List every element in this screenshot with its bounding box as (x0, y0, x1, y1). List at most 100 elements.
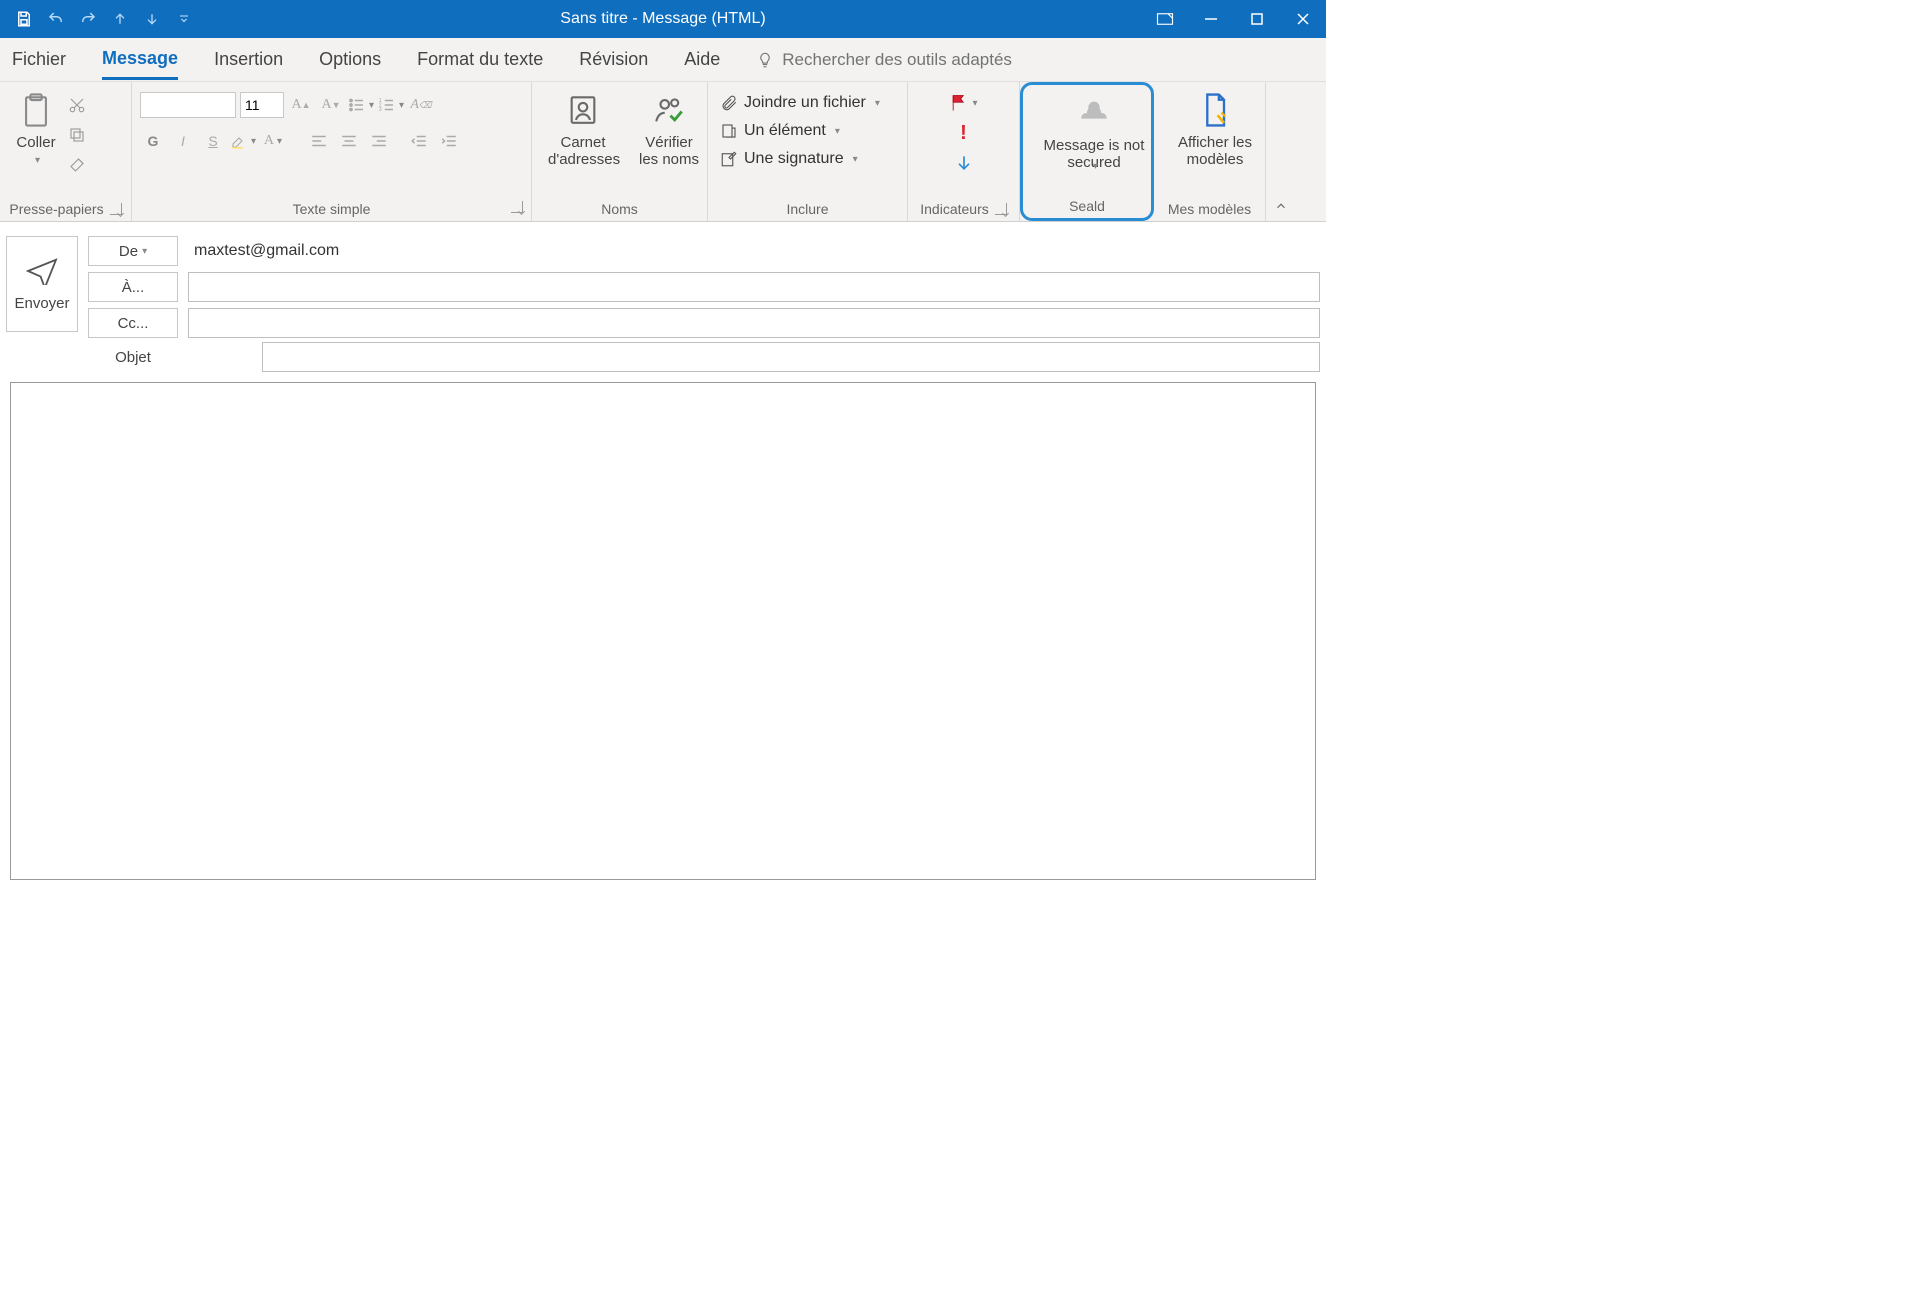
bold-icon[interactable]: G (140, 128, 166, 154)
group-my-templates-label: Mes modèles (1168, 201, 1251, 217)
paste-button[interactable]: Coller ▾ (8, 86, 64, 170)
follow-up-flag-icon[interactable]: ▾ (944, 90, 984, 116)
attach-item-button[interactable]: Un élément▾ (716, 120, 844, 142)
seald-secure-button[interactable]: Message is not secured ▾ (1031, 89, 1157, 176)
redo-icon[interactable] (74, 5, 102, 33)
signature-icon (720, 150, 738, 168)
next-item-icon[interactable] (138, 5, 166, 33)
increase-indent-icon[interactable] (436, 128, 462, 154)
align-right-icon[interactable] (366, 128, 392, 154)
group-names: Carnet d'adresses Vérifier les noms Noms (532, 82, 708, 221)
tab-help[interactable]: Aide (684, 41, 720, 78)
paperclip-icon (720, 94, 738, 112)
qat-customize-icon[interactable] (170, 5, 198, 33)
italic-icon[interactable]: I (170, 128, 196, 154)
group-basic-text-label: Texte simple (140, 197, 523, 221)
tab-review[interactable]: Révision (579, 41, 648, 78)
window-title: Sans titre - Message (HTML) (0, 10, 1326, 28)
group-include: Joindre un fichier▾ Un élément▾ Une sign… (708, 82, 908, 221)
item-icon (720, 122, 738, 140)
clear-formatting-icon[interactable]: A⌫ (408, 92, 434, 118)
save-icon[interactable] (10, 5, 38, 33)
tell-me-search[interactable]: Rechercher des outils adaptés (756, 50, 1012, 70)
group-tags: ▾ ! Indicateurs (908, 82, 1020, 221)
paste-label: Coller (16, 134, 55, 151)
underline-icon[interactable]: S (200, 128, 226, 154)
decrease-indent-icon[interactable] (406, 128, 432, 154)
paste-icon (16, 90, 56, 130)
ribbon-display-options-icon[interactable] (1142, 0, 1188, 38)
to-button[interactable]: À... (88, 272, 178, 302)
tab-format[interactable]: Format du texte (417, 41, 543, 78)
group-include-label: Inclure (786, 201, 828, 217)
align-left-icon[interactable] (306, 128, 332, 154)
group-names-label: Noms (601, 201, 638, 217)
view-templates-button[interactable]: Afficher les modèles (1162, 86, 1268, 172)
low-importance-icon[interactable] (944, 150, 984, 176)
compose-area: Envoyer De▾ À... Cc... maxtest@gmail.com… (0, 222, 1326, 894)
titlebar: Sans titre - Message (HTML) (0, 0, 1326, 38)
cut-icon[interactable] (64, 92, 90, 118)
signature-label: Une signature (744, 150, 844, 168)
align-center-icon[interactable] (336, 128, 362, 154)
attach-file-label: Joindre un fichier (744, 94, 866, 112)
maximize-icon[interactable] (1234, 0, 1280, 38)
attach-file-button[interactable]: Joindre un fichier▾ (716, 92, 884, 114)
tab-insert[interactable]: Insertion (214, 41, 283, 78)
subject-field[interactable] (262, 342, 1320, 372)
subject-label: Objet (88, 349, 178, 366)
group-basic-text: A▲ A▼ ▾ 123▾ A⌫ G I S ▾ A▾ T (132, 82, 532, 221)
group-seald: Message is not secured ▾ Seald (1020, 82, 1154, 221)
copy-icon[interactable] (64, 122, 90, 148)
templates-icon (1195, 90, 1235, 130)
shrink-font-icon[interactable]: A▼ (318, 92, 344, 118)
signature-button[interactable]: Une signature▾ (716, 148, 862, 170)
font-family-select[interactable] (140, 92, 236, 118)
format-painter-icon[interactable] (64, 152, 90, 178)
high-importance-icon[interactable]: ! (944, 120, 984, 146)
chevron-down-icon: ▾ (1093, 161, 1098, 172)
to-field[interactable] (188, 272, 1320, 302)
check-names-label: Vérifier les noms (634, 134, 704, 168)
cc-field[interactable] (188, 308, 1320, 338)
check-names-button[interactable]: Vérifier les noms (626, 86, 712, 172)
font-color-icon[interactable]: A▾ (260, 128, 286, 154)
from-value: maxtest@gmail.com (188, 236, 1320, 266)
tab-options[interactable]: Options (319, 41, 381, 78)
group-tags-label: Indicateurs (916, 197, 1011, 221)
address-book-label: Carnet d'adresses (548, 134, 618, 168)
dialog-launcher-icon[interactable] (511, 201, 523, 213)
message-body[interactable] (10, 382, 1316, 880)
collapse-ribbon-icon[interactable] (1266, 82, 1296, 221)
tab-file[interactable]: Fichier (12, 41, 66, 78)
view-templates-label: Afficher les modèles (1170, 134, 1260, 168)
group-clipboard-label: Presse-papiers (8, 197, 123, 221)
close-icon[interactable] (1280, 0, 1326, 38)
numbering-icon[interactable]: 123▾ (378, 92, 404, 118)
send-label: Envoyer (14, 295, 69, 312)
cc-button[interactable]: Cc... (88, 308, 178, 338)
dialog-launcher-icon[interactable] (110, 203, 122, 215)
bullets-icon[interactable]: ▾ (348, 92, 374, 118)
grow-font-icon[interactable]: A▲ (288, 92, 314, 118)
svg-text:3: 3 (379, 107, 382, 113)
highlight-icon[interactable]: ▾ (230, 128, 256, 154)
tab-message[interactable]: Message (102, 40, 178, 80)
minimize-icon[interactable] (1188, 0, 1234, 38)
check-names-icon (649, 90, 689, 130)
chevron-down-icon: ▾ (35, 155, 40, 166)
send-button[interactable]: Envoyer (6, 236, 78, 332)
send-icon (25, 257, 59, 285)
undo-icon[interactable] (42, 5, 70, 33)
quick-access-toolbar (0, 5, 198, 33)
attach-item-label: Un élément (744, 122, 826, 140)
window-controls (1142, 0, 1326, 38)
address-book-button[interactable]: Carnet d'adresses (540, 86, 626, 172)
dialog-launcher-icon[interactable] (995, 203, 1007, 215)
group-my-templates: Afficher les modèles Mes modèles (1154, 82, 1266, 221)
ribbon: Coller ▾ Presse-papiers A▲ A▼ ▾ 123▾ (0, 82, 1326, 222)
ribbon-tabs: Fichier Message Insertion Options Format… (0, 38, 1326, 82)
from-button[interactable]: De▾ (88, 236, 178, 266)
previous-item-icon[interactable] (106, 5, 134, 33)
font-size-select[interactable] (240, 92, 284, 118)
